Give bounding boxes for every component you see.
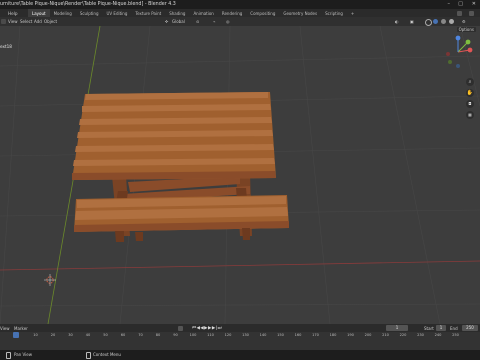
editor-type-icon[interactable] [1,19,6,24]
frame-tick-label: 250 [452,333,459,337]
tab-animation[interactable]: Animation [189,9,217,17]
x-axis-line [0,260,480,271]
shading-solid-icon[interactable] [433,19,438,24]
timeline-area[interactable]: 0102030405060708090100110120130140150160… [0,332,480,350]
frame-tick-label: 120 [224,333,232,337]
playhead[interactable] [13,332,19,338]
frame-tick-label: 210 [382,333,389,337]
frame-tick-label: 50 [103,333,108,337]
pivot-icon[interactable]: ⊙ [196,19,199,24]
viewport-header: View Select Add Object ✣ Global ⊙ ⌁ ◎ ◐ … [0,17,480,26]
end-frame-field[interactable]: 250 [462,325,478,331]
picnic-table-model[interactable] [72,92,289,242]
record-button[interactable] [178,325,183,331]
shading-material-icon[interactable] [441,19,446,24]
tab-shading[interactable]: Shading [165,9,189,17]
close-icon[interactable]: ✕ [472,1,476,7]
tool-settings-icon[interactable]: ⚙ [462,19,466,24]
mouse-right-icon [86,352,91,359]
tab-scripting[interactable]: Scripting [321,9,347,17]
navigation-gizmo[interactable] [440,34,476,70]
shading-rendered-icon[interactable] [449,19,454,24]
add-workspace-button[interactable]: + [347,9,358,17]
timeline-header: View Marker ⏮◀◀▶▶▶|⏭ 1 Start 1 End 250 [0,324,480,332]
zoom-icon[interactable]: ⌕ [466,78,474,86]
timeline-menu-view[interactable]: View [0,326,10,331]
frame-tick-label: 70 [138,333,143,337]
frame-tick-label: 30 [68,333,73,337]
menu-object[interactable]: Object [44,19,57,24]
shading-wireframe-icon[interactable] [425,19,432,26]
frame-tick-label: 110 [207,333,214,337]
frame-tick-label: 90 [173,333,178,337]
3d-viewport[interactable]: ext18 Options [0,26,480,324]
menu-view[interactable]: View [8,19,18,24]
frame-tick-label: 130 [242,333,249,337]
scene-icon[interactable] [457,10,462,16]
mouse-middle-icon [6,352,11,359]
frame-tick-label: 40 [85,333,91,337]
frame-tick-label: 240 [434,333,442,337]
gizmo-canvas [446,35,473,68]
snap-icon[interactable]: ⌁ [213,19,215,24]
view-layer-icon[interactable] [469,10,474,16]
viewport-options-button[interactable]: Options [456,27,476,32]
timeline-menu-marker[interactable]: Marker [14,326,28,331]
tab-sculpting[interactable]: Sculpting [76,9,103,17]
orientation-icon[interactable]: ✣ [165,19,168,24]
start-frame-label: Start [424,325,434,331]
frame-tick-label: 150 [277,333,284,337]
workspace-tabs: Layout Modeling Sculpting UV Editing Tex… [28,9,358,17]
minimize-icon[interactable]: – [448,1,451,7]
proportional-edit-icon[interactable]: ◎ [226,19,230,24]
frame-tick-label: 160 [294,333,302,337]
tab-geometry-nodes[interactable]: Geometry Nodes [279,9,321,17]
viewport-canvas [0,26,480,324]
grid-ortho-icon[interactable]: ▦ [466,111,474,119]
frame-tick-label: 100 [189,333,197,337]
overlays-icon[interactable]: ◐ [395,19,399,24]
object-label: ext18 [0,44,12,49]
menu-bar: Help Layout Modeling Sculpting UV Editin… [0,9,480,17]
tab-uv-editing[interactable]: UV Editing [103,9,132,17]
frame-tick-label: 80 [155,333,161,337]
3d-cursor[interactable] [44,274,56,286]
frame-tick-label: 220 [399,333,407,337]
pan-hand-icon[interactable]: ✋ [466,89,474,97]
frame-tick-label: 170 [312,333,319,337]
menu-add[interactable]: Add [34,19,42,24]
end-frame-label: End [450,325,458,331]
menu-help[interactable]: Help [8,11,18,16]
frame-tick-label: 140 [259,333,267,337]
frame-ruler: 0102030405060708090100110120130140150160… [0,333,480,339]
tab-rendering[interactable]: Rendering [218,9,246,17]
tab-modeling[interactable]: Modeling [50,9,76,17]
tab-layout[interactable]: Layout [28,9,50,17]
tab-texture-paint[interactable]: Texture Paint [131,9,165,17]
current-frame-field[interactable]: 1 [386,325,408,331]
window-title: urniture\Table Pique-Nique\Render\Table … [0,1,176,7]
start-frame-field[interactable]: 1 [436,325,446,331]
frame-tick-label: 230 [417,333,424,337]
frame-tick-label: 180 [329,333,337,337]
tab-compositing[interactable]: Compositing [246,9,279,17]
frame-tick-label: 190 [347,333,354,337]
frame-tick-label: 10 [33,333,38,337]
viewport-nav-buttons: ⌕ ✋ ◘ ▦ [466,78,476,119]
frame-tick-label: 60 [120,333,126,337]
camera-icon[interactable]: ◘ [466,100,474,108]
menu-select[interactable]: Select [20,19,32,24]
frame-tick-label: 200 [364,333,372,337]
title-bar: urniture\Table Pique-Nique\Render\Table … [0,0,480,9]
maximize-icon[interactable]: □ [458,1,463,7]
status-mid-hint: Context Menu [93,352,121,357]
status-bar: Pan View Context Menu [0,350,480,360]
orientation-dropdown[interactable]: Global [172,19,185,24]
status-left-hint: Pan View [14,352,32,357]
xray-icon[interactable]: ▣ [410,19,414,24]
frame-tick-label: 20 [50,333,56,337]
playback-controls[interactable]: ⏮◀◀▶▶▶|⏭ [192,325,222,331]
